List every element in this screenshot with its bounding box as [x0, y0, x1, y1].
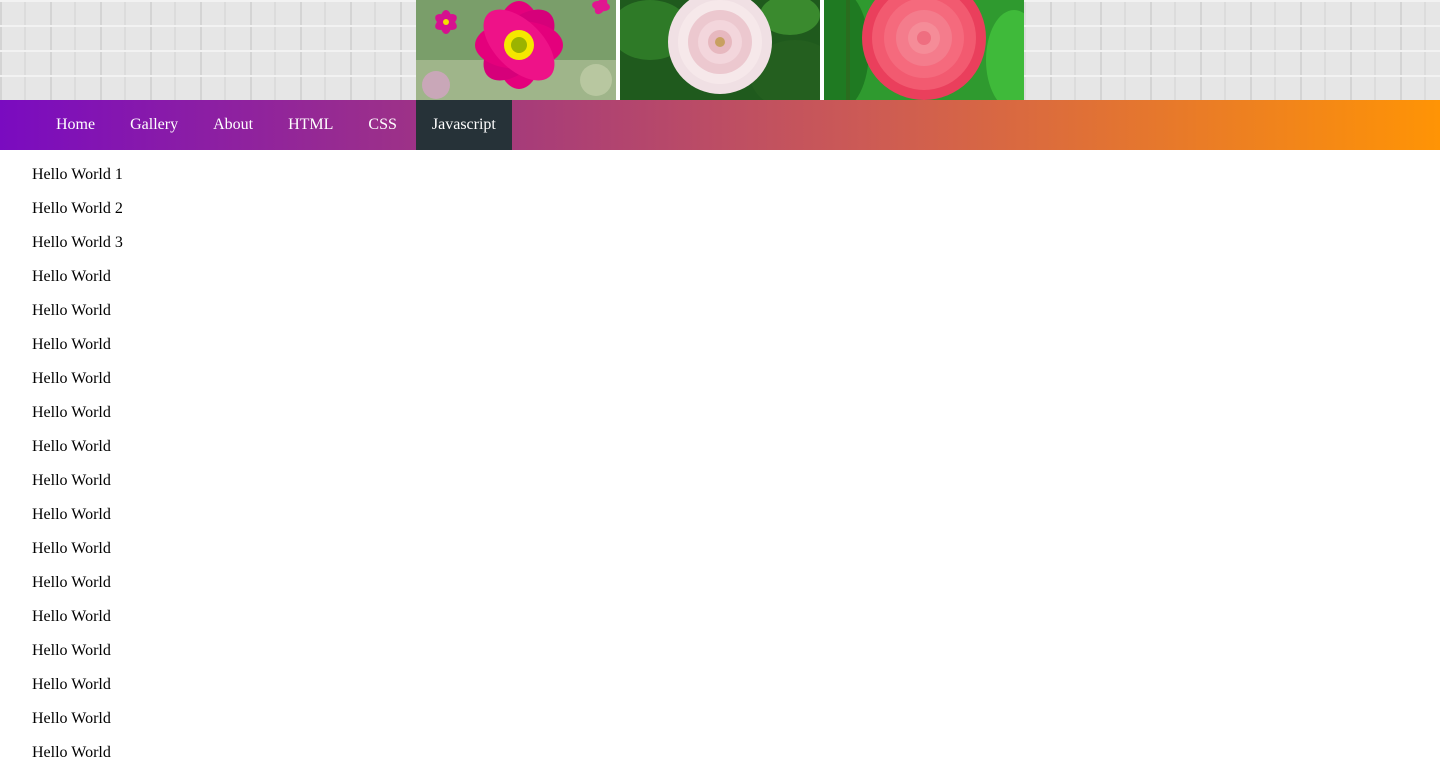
nav-item-home[interactable]: Home: [40, 100, 111, 150]
nav-item-css[interactable]: CSS: [352, 100, 412, 150]
white-dahlia-flower-photo: [620, 0, 820, 100]
list-item: Hello World: [32, 336, 111, 353]
list-item: Hello World: [32, 540, 111, 557]
list-item: Hello World: [32, 370, 111, 387]
nav-item-about[interactable]: About: [197, 100, 269, 150]
list-item: Hello World: [32, 506, 111, 523]
main-navbar: Home Gallery About HTML CSS Javascript: [0, 100, 1440, 150]
list-item: Hello World: [32, 404, 111, 421]
nav-item-javascript[interactable]: Javascript: [415, 100, 512, 150]
banner-photo-strip: [416, 0, 1024, 100]
list-item: Hello World: [32, 676, 111, 693]
list-item: Hello World 2: [32, 200, 123, 217]
list-item: Hello World: [32, 642, 111, 659]
list-item: Hello World 3: [32, 234, 123, 251]
list-item: Hello World 1: [32, 166, 123, 183]
list-item: Hello World: [32, 438, 111, 455]
pink-dahlia-flower-photo: [824, 0, 1024, 100]
list-item: Hello World: [32, 302, 111, 319]
header-banner: [0, 0, 1440, 100]
list-item: Hello World: [32, 710, 111, 727]
list-item: Hello World: [32, 472, 111, 489]
pink-cosmos-flower-photo: [416, 0, 616, 100]
list-item: Hello World: [32, 608, 111, 625]
list-item: Hello World: [32, 574, 111, 591]
nav-item-html[interactable]: HTML: [272, 100, 349, 150]
content-list: Hello World 1 Hello World 2 Hello World …: [0, 150, 1440, 758]
list-item: Hello World: [32, 268, 111, 285]
list-item: Hello World: [32, 744, 111, 758]
nav-item-gallery[interactable]: Gallery: [114, 100, 194, 150]
